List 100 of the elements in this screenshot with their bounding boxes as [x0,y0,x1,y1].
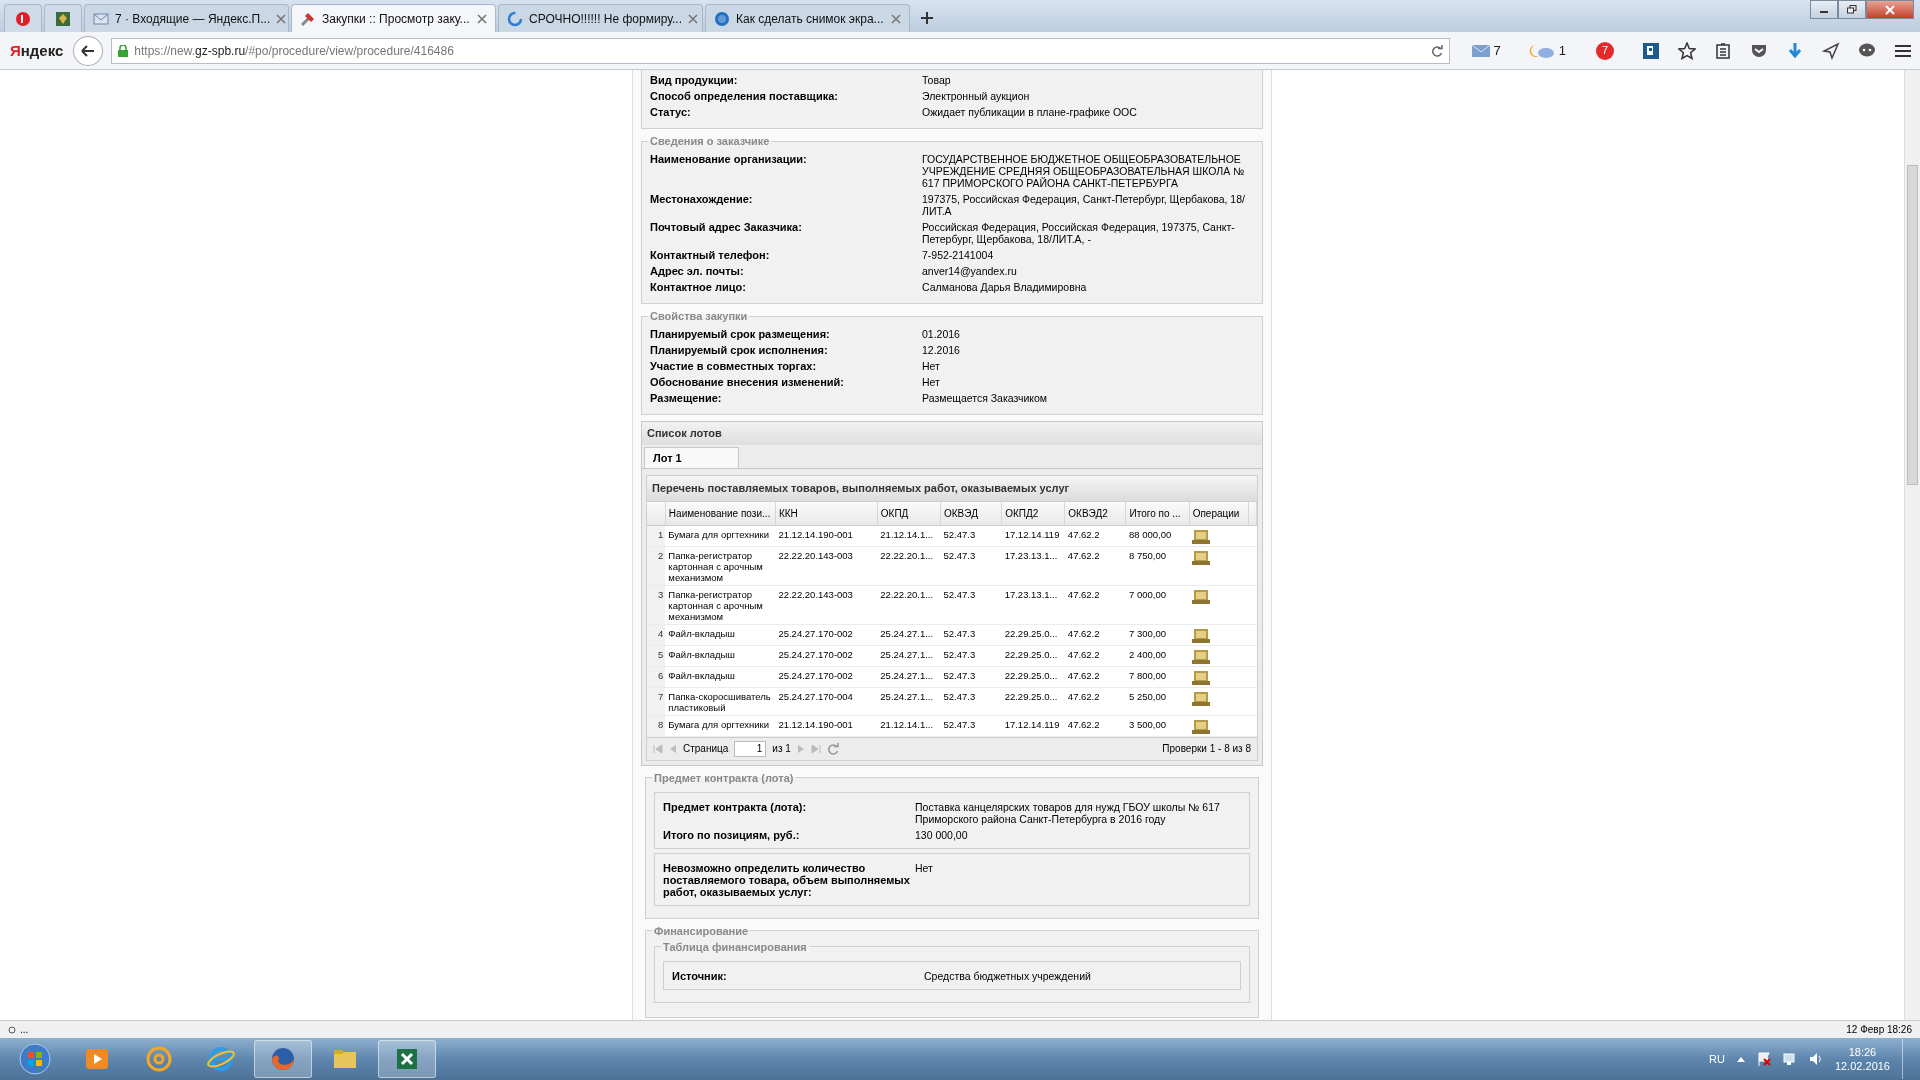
flag-icon[interactable] [1756,1052,1771,1066]
table-cell: 21.12.14.190-001 [775,525,878,546]
table-cell: 52.47.3 [940,645,1002,666]
lock-icon [118,44,129,57]
table-cell: 52.47.3 [940,715,1002,736]
field-value: ГОСУДАРСТВЕННОЕ БЮДЖЕТНОЕ ОБЩЕОБРАЗОВАТЕЛЬНОЕ УЧРЕЖДЕНИЕ СРЕДНЯЯ ОБЩЕОБРАЗОВАТЕЛЬНАЯ ШКОЛА № 617 ПРИМОРСКОГО РАЙОНА САНКТ-ПЕТЕРБУРГА [922,153,1246,189]
table-cell: 25.24.27.1... [877,645,941,666]
emblem-icon [55,10,71,27]
download-icon[interactable] [1786,41,1804,60]
field-label: Контактный телефон: [650,249,771,261]
table-cell: 47.62.2 [1064,666,1126,687]
clock-date[interactable]: 12.02.2016 [1834,1059,1890,1073]
table-cell: 52.47.3 [940,666,1002,687]
table-cell: 17.12.14.119 [1001,525,1065,546]
close-icon[interactable] [477,13,487,24]
table-cell: 17.23.13.1... [1001,546,1065,585]
field-label: Итого по позициям, руб.: [663,828,801,841]
table-cell: 22.22.20.143-003 [775,585,878,624]
star-icon[interactable] [1678,41,1696,60]
close-icon[interactable] [891,13,901,24]
reading-list-icon[interactable] [1714,41,1732,60]
taskbar-button[interactable] [378,1040,436,1078]
plus-icon[interactable] [920,11,934,25]
close-window-button[interactable] [1866,0,1914,19]
table-cell: 25.24.27.170-004 [775,687,878,715]
refresh-icon[interactable] [826,742,839,755]
table-cell: 22.29.25.0... [1001,645,1065,666]
table-cell: 52.47.3 [940,525,1002,546]
field-label: Источник: [672,969,728,982]
table-cell: 47.62.2 [1064,585,1126,624]
send-icon[interactable] [1822,41,1840,60]
status-date: 12 Февр 18:26 [1846,1023,1912,1037]
notification-badge[interactable]: 7 [1596,41,1614,60]
field-value: Электронный аукцион [922,90,1031,102]
table-cell: 47.62.2 [1064,715,1126,736]
back-button[interactable] [73,35,104,66]
table-cell: 52.47.3 [940,546,1002,585]
field-label: Статус: [650,106,692,118]
grid-title: Перечень поставляемых товаров, выполняемых работ, оказываемых услуг [647,476,1257,502]
table-cell: Файл-вкладыш [665,666,776,687]
row-number: 5 [647,645,666,666]
section-title: Свойства закупки [649,310,749,322]
close-icon[interactable] [688,13,698,24]
browser-tab[interactable]: Закупки :: Просмотр заку... [291,4,496,32]
row-number: 8 [647,715,666,736]
field-label: Способ определения поставщика: [650,90,839,102]
browser-tab[interactable]: СРОЧНО!!!!!! Не формиру... [498,4,703,32]
language-indicator[interactable]: RU [1709,1050,1725,1068]
browser-tab[interactable]: Как сделать снимок экра... [705,4,910,32]
windows-logo-icon [19,1043,51,1075]
reload-icon[interactable] [1430,44,1443,57]
field-value: anver14@yandex.ru [922,265,1018,277]
table-cell: 25.24.27.170-002 [775,645,878,666]
table-cell: 25.24.27.1... [877,624,941,645]
table-cell: 52.47.3 [940,687,1002,715]
scrollbar-thumb[interactable] [1907,165,1918,485]
pinned-tab[interactable] [44,4,82,32]
row-number: 3 [647,585,666,624]
lot-tab[interactable]: Лот 1 [644,446,739,468]
back-arrow-icon [81,44,96,57]
close-icon [1885,4,1895,15]
tray-arrow-icon[interactable] [1736,1056,1745,1062]
row-number: 2 [647,546,666,585]
status-text: ... [20,1023,29,1037]
volume-icon[interactable] [1808,1052,1823,1066]
table-cell: 25.24.27.170-002 [775,624,878,645]
table-cell: 17.12.14.119 [1001,715,1065,736]
panel-title: Список лотов [642,422,1262,445]
browser-tab[interactable]: 7 · Входящие — Яндекс.П... [84,4,289,32]
pinned-tab[interactable] [4,4,42,32]
taskbar-button[interactable] [254,1040,312,1078]
table-cell: 22.22.20.1... [877,585,941,624]
fox-globe-icon [269,1045,297,1073]
field-label: Планируемый срок размещения: [650,328,831,340]
table-cell: 22.22.20.1... [877,546,941,585]
mail-icon [93,10,109,27]
table-cell: 52.47.3 [940,624,1002,645]
mail-icon[interactable] [1471,44,1490,57]
maximize-button[interactable] [1838,0,1866,19]
table-cell: 3 500,00 [1126,715,1190,736]
field-value: Нет [922,376,941,388]
minimize-button[interactable] [1810,0,1838,19]
scrollbar[interactable] [1904,70,1920,1020]
url-text[interactable]: https://new.gz-spb.ru/#po/procedure/view/procedure/416486 [134,41,1425,60]
address-bar[interactable]: https://new.gz-spb.ru/#po/procedure/view/procedure/416486 [111,37,1450,64]
field-value: Товар [922,74,952,86]
column-header[interactable]: ККН [775,501,878,525]
close-icon[interactable] [276,13,287,24]
field-value: 197375, Российская Федерация, Санкт-Петербург, Щербакова, 18/ЛИТ.А [922,193,1246,217]
table-cell: 21.12.14.1... [877,715,941,736]
browser-logo[interactable]: Яндекс [8,40,66,61]
column-header[interactable]: Наименование пози... [665,501,776,525]
field-label: Местонахождение: [650,193,754,207]
page-input[interactable]: 1 [734,740,767,757]
table-cell: Бумага для оргтехники [665,715,776,736]
network-icon[interactable] [1782,1052,1797,1066]
row-number: 7 [647,687,666,715]
extension-icon[interactable] [1642,41,1660,60]
field-value: Нет [922,360,941,372]
field-label: Наименование организации: [650,153,808,167]
